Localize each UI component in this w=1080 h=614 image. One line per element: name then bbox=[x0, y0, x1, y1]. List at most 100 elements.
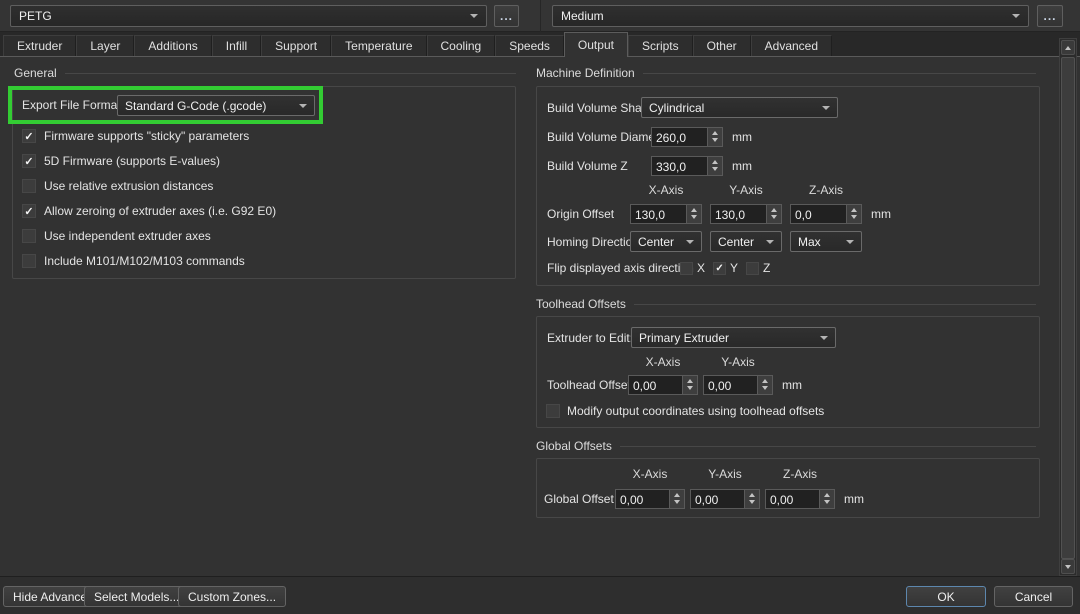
spinner-buttons[interactable] bbox=[707, 157, 722, 175]
spin-up-icon[interactable] bbox=[712, 131, 718, 135]
spin-up-icon[interactable] bbox=[687, 379, 693, 383]
spinner-buttons[interactable] bbox=[757, 376, 772, 394]
tab-output[interactable]: Output bbox=[564, 32, 628, 57]
spinner-buttons[interactable] bbox=[819, 490, 834, 508]
tab-infill[interactable]: Infill bbox=[212, 35, 261, 56]
flip-z-checkbox[interactable] bbox=[746, 262, 759, 275]
output-tab-content: General Export File Format Standard G-Co… bbox=[0, 56, 1080, 576]
machine-definition-group-box: Build Volume Shape Cylindrical Build Vol… bbox=[536, 86, 1040, 286]
chevron-down-icon bbox=[846, 240, 854, 244]
unit-label: mm bbox=[782, 378, 802, 392]
chevron-down-icon bbox=[1012, 14, 1020, 18]
axis-header-z: Z-Axis bbox=[765, 467, 835, 481]
spin-down-icon[interactable] bbox=[691, 215, 697, 219]
scroll-up-button[interactable] bbox=[1061, 40, 1075, 55]
tab-support[interactable]: Support bbox=[261, 35, 331, 56]
spin-down-icon[interactable] bbox=[712, 138, 718, 142]
spin-up-icon[interactable] bbox=[824, 493, 830, 497]
flip-x-checkbox[interactable] bbox=[680, 262, 693, 275]
custom-zones-button[interactable]: Custom Zones... bbox=[178, 586, 286, 607]
origin-offset-x-input[interactable]: 130,0 bbox=[630, 204, 702, 224]
spinner-buttons[interactable] bbox=[707, 128, 722, 146]
spinner-buttons[interactable] bbox=[846, 205, 861, 223]
toolhead-offset-x-input[interactable]: 0,00 bbox=[628, 375, 698, 395]
homing-direction-label: Homing Direction bbox=[547, 235, 630, 249]
vertical-scrollbar[interactable] bbox=[1059, 38, 1077, 576]
global-offset-x-input[interactable]: 0,00 bbox=[615, 489, 685, 509]
checkbox-row: Use relative extrusion distances bbox=[22, 178, 213, 194]
spinner-buttons[interactable] bbox=[686, 205, 701, 223]
spin-up-icon[interactable] bbox=[749, 493, 755, 497]
spin-up-icon[interactable] bbox=[771, 208, 777, 212]
scrollbar-thumb[interactable] bbox=[1061, 57, 1075, 559]
toolhead-offset-y-input[interactable]: 0,00 bbox=[703, 375, 773, 395]
checkbox-row: Include M101/M102/M103 commands bbox=[22, 253, 245, 269]
chevron-down-icon bbox=[822, 106, 830, 110]
unit-label: mm bbox=[871, 207, 891, 221]
process-profile-select[interactable]: PETG bbox=[10, 5, 487, 27]
spinner-buttons[interactable] bbox=[744, 490, 759, 508]
spin-down-icon[interactable] bbox=[749, 500, 755, 504]
origin-offset-z-input[interactable]: 0,0 bbox=[790, 204, 862, 224]
chevron-down-icon bbox=[686, 240, 694, 244]
homing-direction-x-select[interactable]: Center bbox=[630, 231, 702, 252]
extruder-to-edit-select[interactable]: Primary Extruder bbox=[631, 327, 836, 348]
spinner-buttons[interactable] bbox=[669, 490, 684, 508]
global-offset-y-input[interactable]: 0,00 bbox=[690, 489, 760, 509]
chevron-down-icon bbox=[299, 104, 307, 108]
scroll-down-button[interactable] bbox=[1061, 559, 1075, 574]
spinner-buttons[interactable] bbox=[682, 376, 697, 394]
toolhead-offset-label: Toolhead Offset bbox=[547, 378, 628, 392]
export-file-format-select[interactable]: Standard G-Code (.gcode) bbox=[117, 95, 315, 116]
flip-y-checkbox[interactable]: ✓ bbox=[713, 262, 726, 275]
checkbox-include-m101[interactable] bbox=[22, 254, 36, 268]
global-offsets-group-box: X-Axis Y-Axis Z-Axis Global Offset 0,00 … bbox=[536, 458, 1040, 518]
checkbox-independent-extruder[interactable] bbox=[22, 229, 36, 243]
checkbox-allow-zeroing[interactable]: ✓ bbox=[22, 204, 36, 218]
section-title-general: General bbox=[14, 66, 516, 80]
tab-temperature[interactable]: Temperature bbox=[331, 35, 426, 56]
tab-cooling[interactable]: Cooling bbox=[427, 35, 496, 56]
quality-profile-select[interactable]: Medium bbox=[552, 5, 1029, 27]
select-models-button[interactable]: Select Models... bbox=[84, 586, 189, 607]
spin-down-icon[interactable] bbox=[712, 167, 718, 171]
cancel-button[interactable]: Cancel bbox=[994, 586, 1073, 607]
checkbox-relative-extrusion[interactable] bbox=[22, 179, 36, 193]
homing-direction-y-select[interactable]: Center bbox=[710, 231, 782, 252]
build-volume-z-input[interactable]: 330,0 bbox=[651, 156, 723, 176]
build-volume-shape-select[interactable]: Cylindrical bbox=[641, 97, 838, 118]
tab-layer[interactable]: Layer bbox=[76, 35, 134, 56]
section-title-toolhead-offsets: Toolhead Offsets bbox=[536, 297, 1036, 311]
spin-down-icon[interactable] bbox=[824, 500, 830, 504]
spin-up-icon[interactable] bbox=[691, 208, 697, 212]
checkbox-sticky-parameters[interactable]: ✓ bbox=[22, 129, 36, 143]
spinner-buttons[interactable] bbox=[766, 205, 781, 223]
quality-more-button[interactable]: ... bbox=[1037, 5, 1063, 27]
build-volume-diameter-input[interactable]: 260,0 bbox=[651, 127, 723, 147]
spin-down-icon[interactable] bbox=[762, 386, 768, 390]
tab-advanced[interactable]: Advanced bbox=[751, 35, 832, 56]
homing-direction-row: Homing Direction Center Center Max bbox=[547, 231, 862, 252]
tab-other[interactable]: Other bbox=[693, 35, 751, 56]
spin-down-icon[interactable] bbox=[687, 386, 693, 390]
tab-additions[interactable]: Additions bbox=[134, 35, 211, 56]
global-offset-z-input[interactable]: 0,00 bbox=[765, 489, 835, 509]
checkbox-row: Use independent extruder axes bbox=[22, 228, 211, 244]
spin-down-icon[interactable] bbox=[674, 500, 680, 504]
ok-button[interactable]: OK bbox=[906, 586, 986, 607]
spin-up-icon[interactable] bbox=[674, 493, 680, 497]
spin-up-icon[interactable] bbox=[851, 208, 857, 212]
spin-down-icon[interactable] bbox=[851, 215, 857, 219]
modify-output-row: Modify output coordinates using toolhead… bbox=[546, 403, 824, 419]
tab-speeds[interactable]: Speeds bbox=[495, 35, 564, 56]
spin-down-icon[interactable] bbox=[771, 215, 777, 219]
spin-up-icon[interactable] bbox=[762, 379, 768, 383]
process-more-button[interactable]: ... bbox=[494, 5, 519, 27]
checkbox-modify-output-coordinates[interactable] bbox=[546, 404, 560, 418]
homing-direction-z-select[interactable]: Max bbox=[790, 231, 862, 252]
spin-up-icon[interactable] bbox=[712, 160, 718, 164]
tab-scripts[interactable]: Scripts bbox=[628, 35, 693, 56]
tab-extruder[interactable]: Extruder bbox=[3, 35, 76, 56]
checkbox-5d-firmware[interactable]: ✓ bbox=[22, 154, 36, 168]
origin-offset-y-input[interactable]: 130,0 bbox=[710, 204, 782, 224]
